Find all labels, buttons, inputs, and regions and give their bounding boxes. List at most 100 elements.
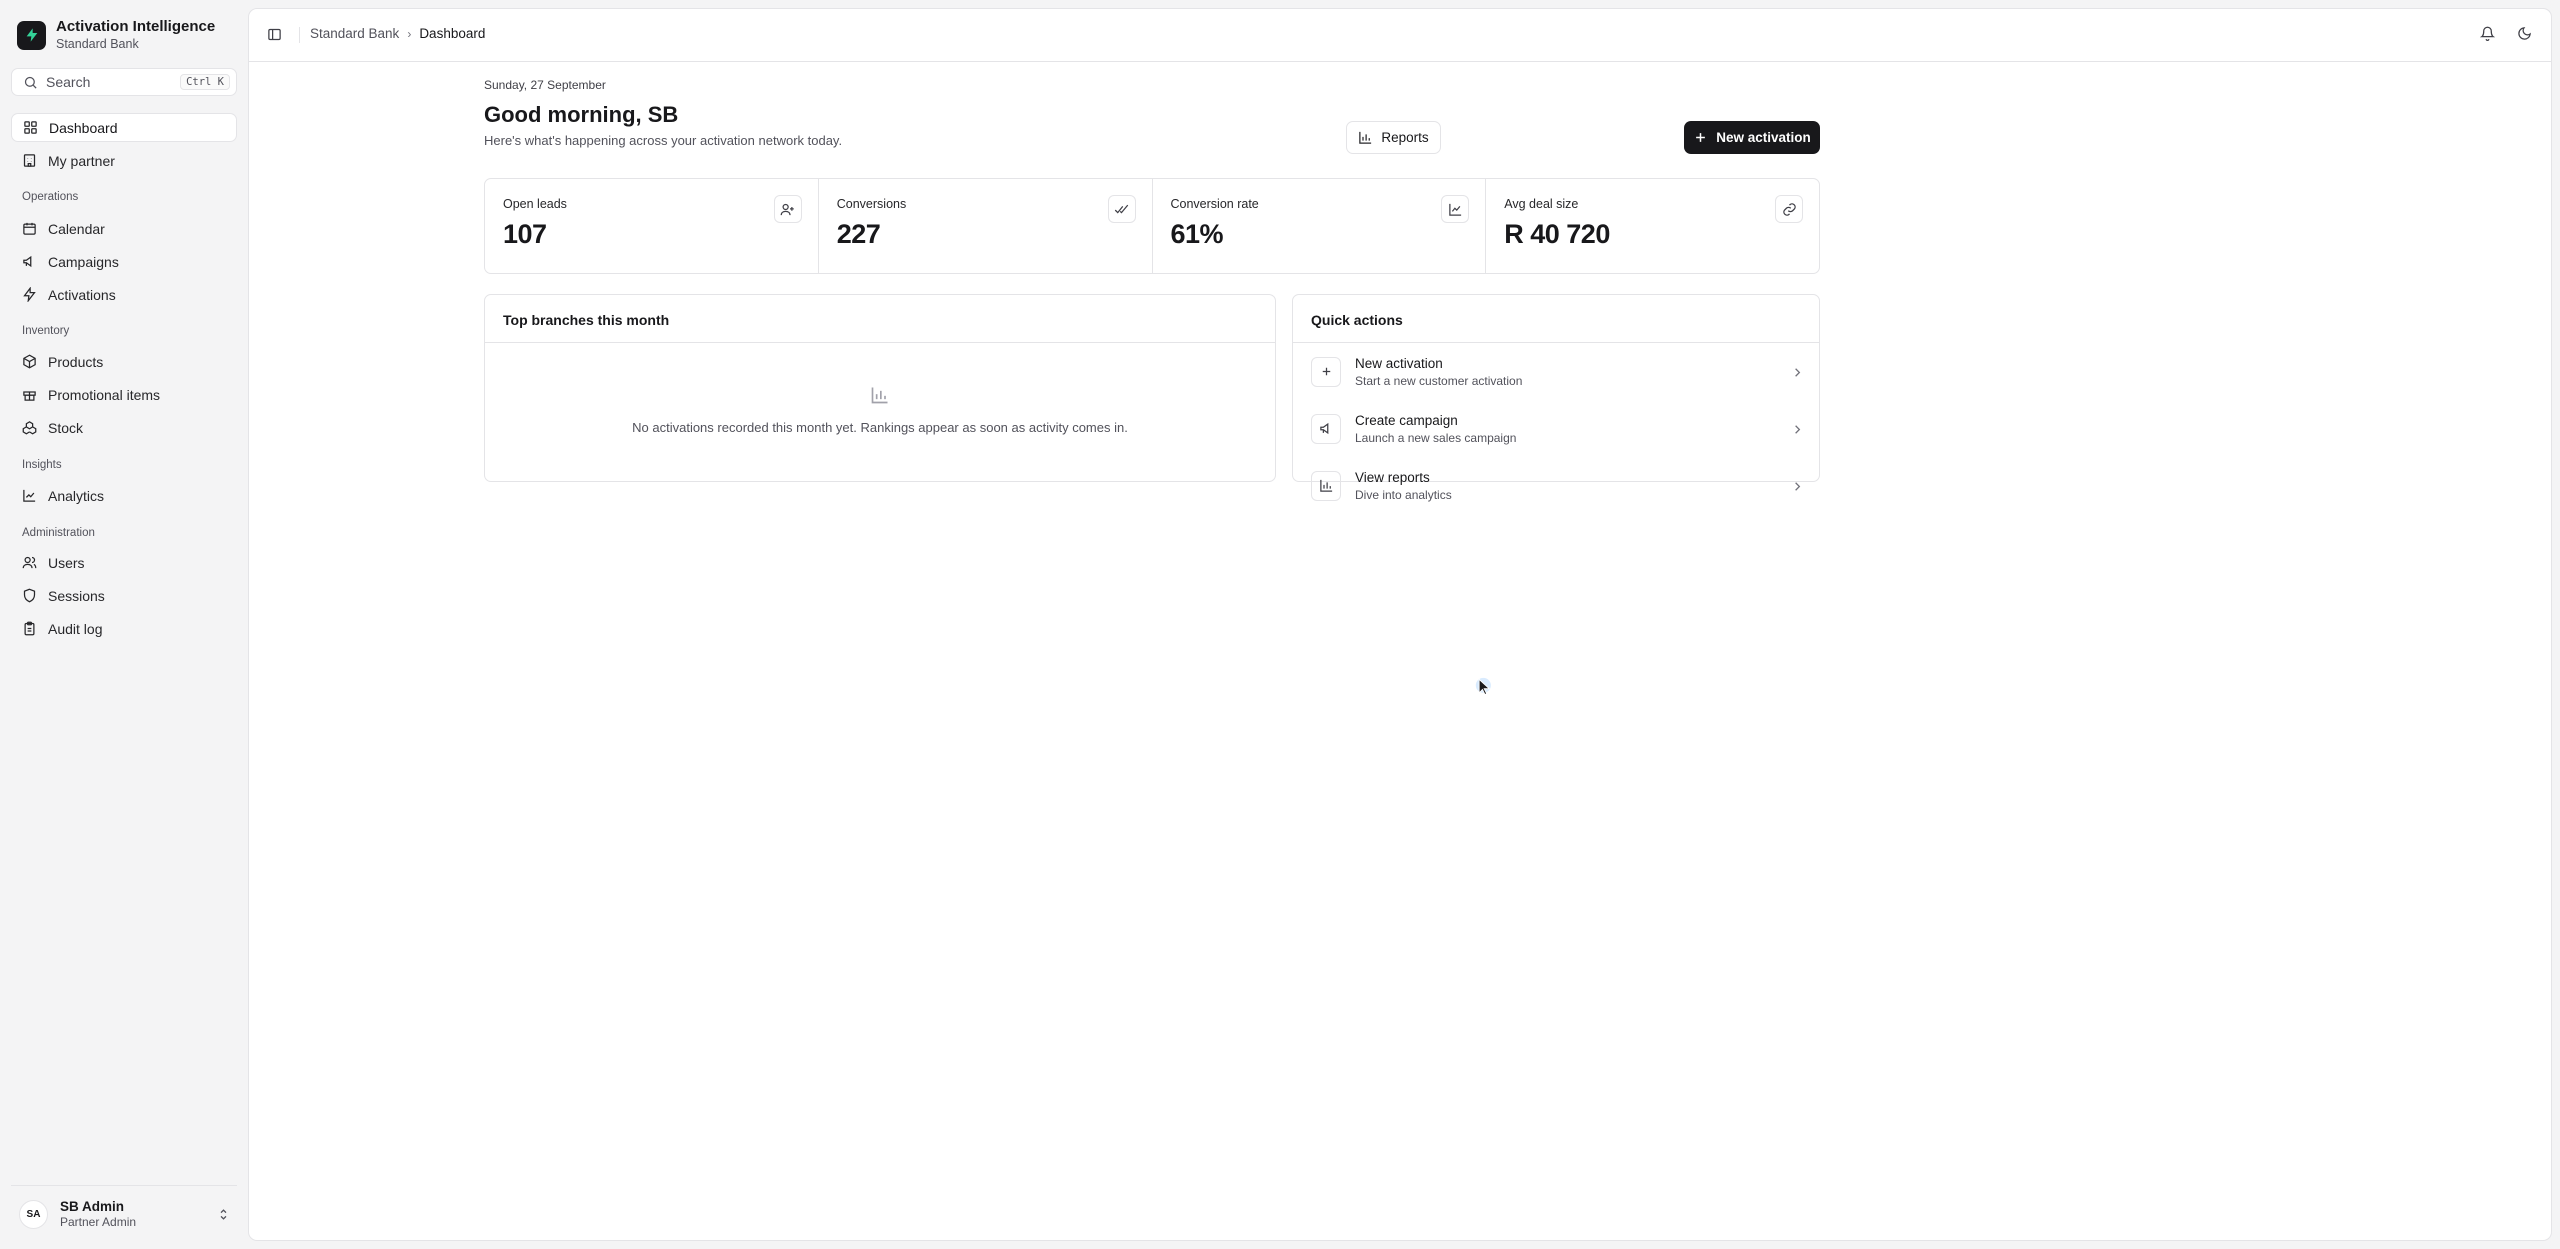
chevron-right-icon [1790,479,1805,494]
search-input[interactable]: Search Ctrl K [11,68,237,96]
chart-line-icon [1441,195,1470,223]
topbar-divider [299,27,300,43]
stat-value: 227 [836,219,881,249]
chevron-right-icon [1790,422,1805,437]
bell-icon[interactable] [2480,26,2495,41]
clipboard-icon [22,621,37,636]
stat-card: Open leads 107 [485,179,819,273]
chevron-right-icon: › [407,26,412,41]
boxes-icon [22,420,37,435]
stat-label: Open leads [503,197,567,211]
stat-value: 107 [503,219,547,249]
dashboard-icon [23,120,38,135]
sidebar-item-label: Stock [48,419,84,436]
mouse-cursor-icon [1475,677,1495,697]
search-shortcut: Ctrl K [180,74,230,90]
shield-icon [22,588,37,603]
brand[interactable]: Activation Intelligence Standard Bank [17,18,215,52]
stat-card: Conversions 227 [819,179,1153,273]
sidebar-item-stock[interactable]: Stock [11,413,237,442]
sidebar-item-label: Calendar [48,220,105,237]
user-name: SB Admin [60,1198,124,1214]
sidebar-toggle-icon[interactable] [267,27,282,42]
user-menu[interactable]: SA SB Admin Partner Admin [11,1188,237,1240]
sidebar-item-sessions[interactable]: Sessions [11,581,237,610]
plus-icon [1311,356,1341,387]
avatar: SA [19,1199,48,1229]
sidebar-item-my-partner[interactable]: My partner [11,146,237,175]
sidebar-item-label: Analytics [48,487,105,504]
quick-action-view-reports[interactable]: View reports Dive into analytics [1293,457,1819,514]
top-branches-title: Top branches this month [485,295,1275,343]
users-icon [22,555,37,570]
quick-action-title: View reports [1355,469,1430,485]
reports-button[interactable]: Reports [1346,121,1441,154]
page-subtitle: Here's what's happening across your acti… [484,133,843,148]
nav-group-inventory: Inventory [22,325,70,337]
line-chart-icon [22,488,37,503]
package-icon [22,354,37,369]
quick-action-title: Create campaign [1355,412,1458,428]
quick-action-create-campaign[interactable]: Create campaign Launch a new sales campa… [1293,400,1819,457]
calendar-icon [22,221,37,236]
brand-title: Activation Intelligence [56,18,216,35]
sidebar-item-dashboard[interactable]: Dashboard [11,113,237,142]
new-activation-button-label: New activation [1716,130,1811,145]
stat-label: Conversion rate [1170,197,1259,211]
quick-actions-title: Quick actions [1293,295,1819,343]
sidebar-item-audit-log[interactable]: Audit log [11,614,237,643]
bar-chart-icon [1311,470,1341,501]
sidebar-item-activations[interactable]: Activations [11,280,237,309]
link-icon [1775,195,1803,223]
stats-row: Open leads 107 Conversions 227 Conversio… [484,178,1820,274]
plus-icon [1693,130,1708,145]
megaphone-icon [1311,413,1341,444]
sidebar-item-label: Users [48,554,85,571]
reports-button-label: Reports [1381,130,1429,145]
bar-chart-icon [1358,130,1373,145]
sidebar-item-label: Dashboard [49,119,118,136]
stat-label: Conversions [836,197,907,211]
chevron-right-icon [1790,365,1805,380]
quick-action-subtitle: Start a new customer activation [1355,373,1523,388]
empty-state-text: No activations recorded this month yet. … [632,420,1128,435]
sidebar-item-label: Audit log [48,620,103,637]
breadcrumb-current: Dashboard [419,26,486,41]
check-check-icon [1107,195,1136,223]
sidebar-item-analytics[interactable]: Analytics [11,481,237,510]
quick-action-subtitle: Launch a new sales campaign [1355,430,1517,445]
sidebar-item-label: Products [48,353,104,370]
new-activation-button[interactable]: New activation [1684,121,1820,154]
moon-icon[interactable] [2517,26,2532,41]
stat-label: Avg deal size [1504,197,1579,211]
bar-chart-icon [870,385,890,410]
nav-group-insights: Insights [22,459,62,471]
top-branches-card: Top branches this month No activations r… [484,294,1276,482]
user-role: Partner Admin [60,1214,137,1229]
sidebar: Activation Intelligence Standard Bank Se… [0,0,248,1249]
search-placeholder: Search [46,74,91,90]
breadcrumb-root[interactable]: Standard Bank [310,26,399,41]
chevrons-up-down-icon [216,1207,231,1222]
quick-action-new-activation[interactable]: New activation Start a new customer acti… [1293,343,1819,400]
empty-state: No activations recorded this month yet. … [485,343,1275,435]
sidebar-divider [11,1185,237,1186]
page-title: Good morning, SB [484,102,679,127]
sidebar-item-label: My partner [48,152,115,169]
building-icon [22,153,37,168]
stat-card: Avg deal size R 40 720 [1486,179,1819,273]
stat-value: 61% [1170,219,1224,249]
topbar: Standard Bank › Dashboard [249,9,2551,62]
sidebar-item-users[interactable]: Users [11,548,237,577]
sidebar-item-promotional-items[interactable]: Promotional items [11,380,237,409]
sidebar-item-label: Sessions [48,587,105,604]
user-plus-icon [773,195,802,223]
sidebar-item-label: Promotional items [48,386,161,403]
megaphone-icon [22,254,37,269]
sidebar-item-products[interactable]: Products [11,347,237,376]
bolt-logo-icon [17,20,46,50]
sidebar-item-campaigns[interactable]: Campaigns [11,247,237,276]
sidebar-item-calendar[interactable]: Calendar [11,214,237,243]
stat-card: Conversion rate 61% [1153,179,1487,273]
gift-icon [22,387,37,402]
